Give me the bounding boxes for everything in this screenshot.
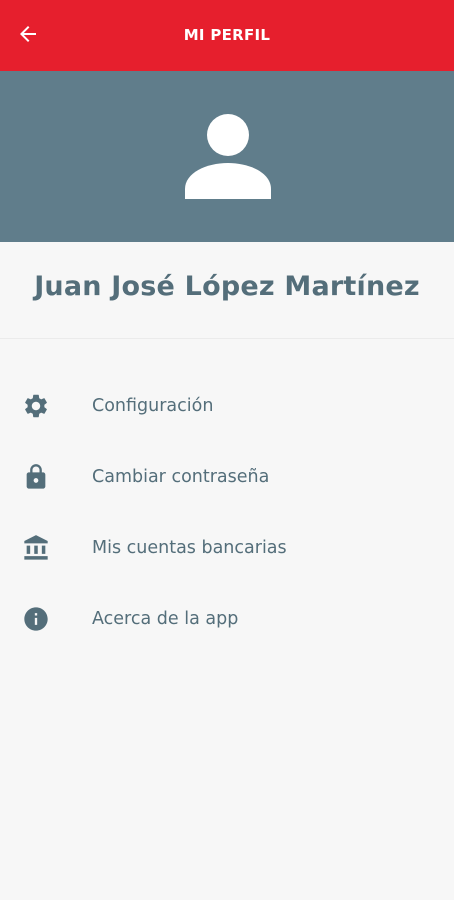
info-icon [22,605,50,633]
arrow-back-icon [16,22,40,50]
menu-item-label: Acerca de la app [92,608,239,629]
menu-item-cambiar-contrasena[interactable]: Cambiar contraseña [0,441,454,512]
menu-item-label: Mis cuentas bancarias [92,537,287,558]
divider [0,338,454,339]
back-button[interactable] [16,17,56,55]
user-name: Juan José López Martínez [34,271,420,302]
bank-icon [22,534,50,562]
app-bar: MI PERFIL [0,0,454,71]
person-icon [184,113,272,201]
profile-header [0,71,454,242]
menu-item-acerca-de[interactable]: Acerca de la app [0,583,454,654]
profile-menu: Configuración Cambiar contraseña Mis cue… [0,370,454,654]
lock-icon [22,463,50,491]
menu-item-cuentas-bancarias[interactable]: Mis cuentas bancarias [0,512,454,583]
menu-item-label: Cambiar contraseña [92,466,270,487]
gear-icon [22,392,50,420]
menu-item-configuracion[interactable]: Configuración [0,370,454,441]
page-title: MI PERFIL [183,26,271,44]
menu-item-label: Configuración [92,395,214,416]
